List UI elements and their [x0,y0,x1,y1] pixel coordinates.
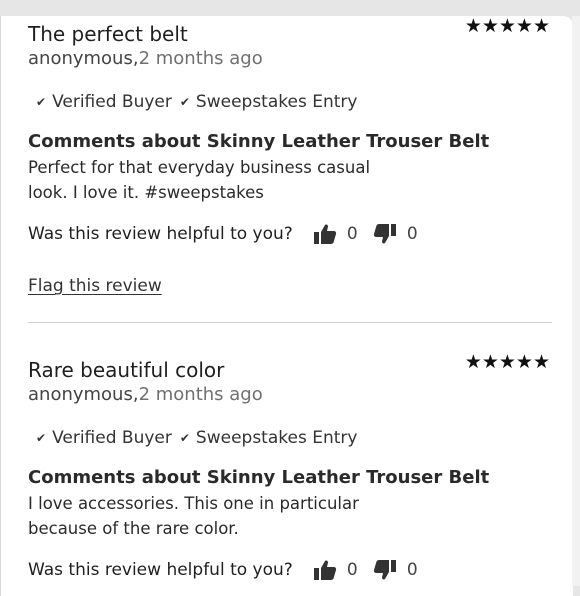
comments-heading: Comments about Skinny Leather Trouser Be… [28,131,490,152]
helpful-row: Was this review helpful to you? 0 0 [28,221,433,247]
helpful-no-count: 0 [406,224,418,244]
review-badges: ✔ Verified Buyer ✔ Sweepstakes Entry [36,427,357,449]
review-author: anonymous, [28,384,139,405]
review-byline: anonymous,2 months ago [28,47,263,71]
badge-label: Sweepstakes Entry [195,92,358,112]
badge-label: Verified Buyer [52,92,172,112]
thumbs-down-icon[interactable] [373,223,397,245]
verified-buyer-badge: ✔ Verified Buyer [36,427,172,449]
review-author: anonymous, [28,48,139,69]
thumbs-down-icon[interactable] [373,559,397,581]
check-icon: ✔ [36,95,47,109]
sweepstakes-badge: ✔ Sweepstakes Entry [180,91,358,113]
review-comment: Perfect for that everyday business casua… [28,158,371,202]
review-badges: ✔ Verified Buyer ✔ Sweepstakes Entry [36,91,357,113]
verified-buyer-badge: ✔ Verified Buyer [36,91,172,113]
review-title: Rare beautiful color [28,358,225,382]
helpful-label: Was this review helpful to you? [28,560,293,580]
review-date: 2 months ago [138,48,263,69]
review-title: The perfect belt [28,22,188,46]
flag-review-link[interactable]: Flag this review [28,274,162,298]
review-byline: anonymous,2 months ago [28,383,263,407]
review-date: 2 months ago [138,384,263,405]
thumbs-up-icon[interactable] [313,559,337,581]
sweepstakes-badge: ✔ Sweepstakes Entry [180,427,358,449]
check-icon: ✔ [36,431,47,445]
check-icon: ✔ [179,431,190,445]
star-rating: ★★★★★ [464,351,550,373]
review-divider [28,322,552,323]
review-comment: I love accessories. This one in particul… [28,494,359,538]
badge-label: Sweepstakes Entry [195,428,358,448]
helpful-yes-count: 0 [346,560,358,580]
scroll-edge [572,16,580,586]
helpful-row: Was this review helpful to you? 0 0 [28,557,433,583]
badge-label: Verified Buyer [52,428,172,448]
thumbs-up-icon[interactable] [313,223,337,245]
helpful-no-count: 0 [406,560,418,580]
comments-heading: Comments about Skinny Leather Trouser Be… [28,467,490,488]
check-icon: ✔ [179,95,190,109]
star-rating: ★★★★★ [464,15,550,37]
helpful-yes-count: 0 [346,224,358,244]
helpful-label: Was this review helpful to you? [28,224,293,244]
